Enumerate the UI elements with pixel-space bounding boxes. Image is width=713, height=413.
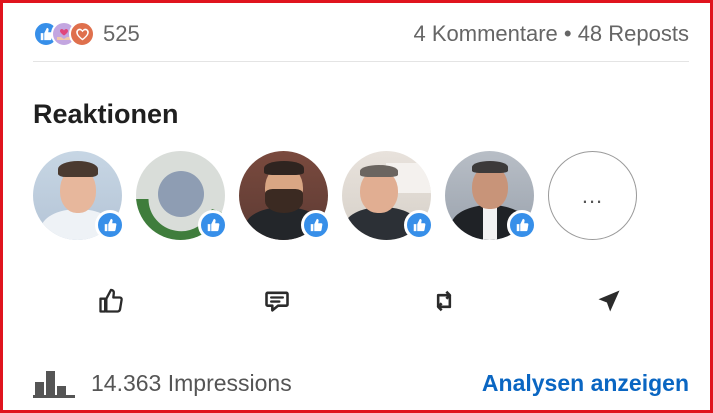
- like-badge-icon: [198, 210, 228, 240]
- reaction-count: 525: [103, 21, 140, 46]
- send-button[interactable]: [587, 279, 631, 323]
- reactor-avatar[interactable]: [33, 151, 125, 240]
- comment-icon: [265, 291, 289, 312]
- reactor-avatar[interactable]: [136, 151, 228, 240]
- more-label: ...: [548, 151, 637, 240]
- send-icon: [598, 290, 620, 312]
- divider: [33, 61, 689, 62]
- reaction-summary[interactable]: 525: [33, 21, 140, 47]
- comment-button[interactable]: [255, 279, 299, 323]
- action-bar: [33, 279, 689, 323]
- section-title: Reaktionen: [33, 99, 179, 129]
- impressions: 14.363 Impressions: [33, 368, 292, 398]
- reactions-panel: 525 4 Kommentare • 48 Reposts Reaktionen: [0, 0, 713, 413]
- reaction-icons: [33, 21, 95, 47]
- like-badge-icon: [301, 210, 331, 240]
- reactor-list: ...: [33, 151, 637, 240]
- like-badge-icon: [404, 210, 434, 240]
- reactor-avatar[interactable]: [445, 151, 537, 240]
- engagement-summary[interactable]: 4 Kommentare • 48 Reposts: [413, 21, 689, 47]
- like-button[interactable]: [89, 279, 133, 323]
- view-analytics-link[interactable]: Analysen anzeigen: [482, 370, 689, 397]
- like-badge-icon: [507, 210, 537, 240]
- analytics-bar-icon: [33, 371, 75, 398]
- stats-row: 525 4 Kommentare • 48 Reposts: [33, 17, 689, 51]
- reactor-avatar[interactable]: [342, 151, 434, 240]
- love-icon: [69, 21, 95, 47]
- like-badge-icon: [95, 210, 125, 240]
- footer: 14.363 Impressions Analysen anzeigen: [33, 363, 689, 403]
- repost-button[interactable]: [422, 279, 466, 323]
- more-reactors-button[interactable]: ...: [548, 151, 637, 240]
- reactor-avatar[interactable]: [239, 151, 331, 240]
- repost-icon: [436, 290, 452, 312]
- impressions-count: 14.363 Impressions: [91, 369, 292, 396]
- like-icon: [99, 288, 123, 313]
